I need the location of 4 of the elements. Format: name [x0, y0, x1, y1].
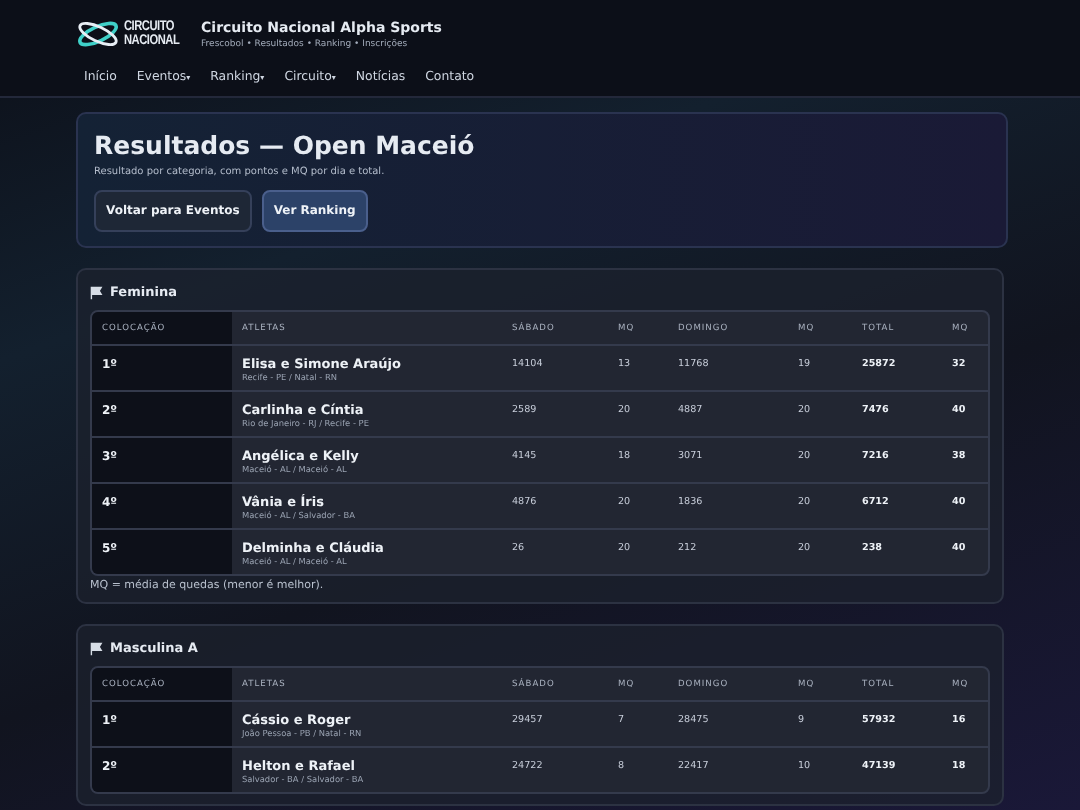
flag-icon	[90, 285, 104, 299]
orbit-logo-icon	[76, 16, 120, 52]
page-title: Resultados — Open Maceió	[94, 130, 477, 162]
flag-icon	[90, 641, 104, 655]
